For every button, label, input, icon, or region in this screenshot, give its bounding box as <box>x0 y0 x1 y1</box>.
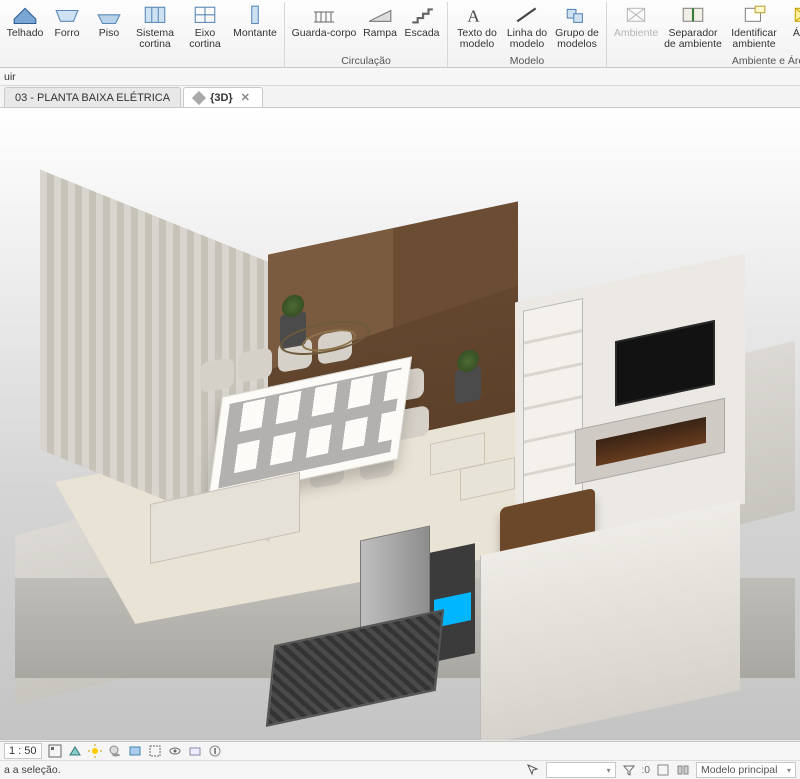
separador-ambiente-button[interactable]: Separador de ambiente <box>661 2 725 54</box>
ribbon-label: Separador de ambiente <box>664 28 722 50</box>
linha-modelo-button[interactable]: Linha do modelo <box>502 2 552 54</box>
chevron-down-icon: ▾ <box>607 766 611 775</box>
sun-path-icon[interactable] <box>88 744 102 758</box>
model-line-icon <box>514 4 540 26</box>
ribbon-label: Área <box>793 28 800 39</box>
ceiling-icon <box>54 4 80 26</box>
filter-icon[interactable] <box>622 763 636 777</box>
cube-icon <box>192 90 206 104</box>
curtain-system-icon <box>142 4 168 26</box>
ambiente-button[interactable]: Ambiente <box>611 2 661 54</box>
workset-combo[interactable]: ▾ <box>546 762 616 778</box>
guarda-corpo-button[interactable]: Guarda-corpo <box>289 2 359 54</box>
close-icon[interactable]: ✕ <box>239 91 252 104</box>
scale-value: 1 : 50 <box>9 744 37 758</box>
ribbon-label: Telhado <box>7 28 44 39</box>
group-title <box>4 54 280 68</box>
shadows-icon[interactable] <box>108 744 122 758</box>
ribbon-group-modelo: A Texto do modelo Linha do modelo Grupo … <box>448 2 607 67</box>
ribbon-label: Identificar ambiente <box>731 28 777 50</box>
status-bar: 1 : 50 a a seleção. ▾ :0 Modelo principa… <box>0 741 800 779</box>
viewport-3d[interactable] <box>0 108 800 740</box>
rampa-button[interactable]: Rampa <box>359 2 401 54</box>
texto-modelo-button[interactable]: A Texto do modelo <box>452 2 502 54</box>
area-button[interactable]: Área <box>783 2 800 54</box>
mullion-icon <box>242 4 268 26</box>
model-combo[interactable]: Modelo principal ▾ <box>696 762 796 778</box>
svg-text:A: A <box>467 6 480 25</box>
ribbon-label: Linha do modelo <box>507 28 547 50</box>
room-separator-icon <box>680 4 706 26</box>
room-icon <box>623 4 649 26</box>
reveal-icon[interactable] <box>188 744 202 758</box>
ribbon-label: Forro <box>54 28 79 39</box>
identificar-ambiente-button[interactable]: Identificar ambiente <box>725 2 783 54</box>
ribbon-label: Escada <box>404 28 439 39</box>
ribbon: Telhado Forro Piso Sistema cortina <box>0 0 800 68</box>
sub-ribbon: uir <box>0 68 800 86</box>
eixo-cortina-button[interactable]: Eixo cortina <box>180 2 230 54</box>
piso-button[interactable]: Piso <box>88 2 130 54</box>
group-title: Circulação <box>289 54 443 68</box>
ribbon-group-ambiente: Ambiente Separador de ambiente Identific… <box>607 2 800 67</box>
ramp-icon <box>367 4 393 26</box>
combo-value: Modelo principal <box>701 764 777 776</box>
crop-icon[interactable] <box>148 744 162 758</box>
ribbon-label: Piso <box>99 28 119 39</box>
status-help-text: a a seleção. <box>4 764 61 776</box>
model-text-icon: A <box>464 4 490 26</box>
forro-button[interactable]: Forro <box>46 2 88 54</box>
group-title: Modelo <box>452 54 602 68</box>
area-icon <box>791 4 800 26</box>
ribbon-label: Grupo de modelos <box>555 28 599 50</box>
design-options-icon[interactable] <box>676 763 690 777</box>
ribbon-label: Montante <box>233 28 277 39</box>
sistema-cortina-button[interactable]: Sistema cortina <box>130 2 180 54</box>
montante-button[interactable]: Montante <box>230 2 280 54</box>
view-properties-icon[interactable] <box>208 744 222 758</box>
tab-3d[interactable]: {3D} ✕ <box>183 87 263 107</box>
tab-label: {3D} <box>210 92 233 104</box>
view-tab-strip: 03 - PLANTA BAIXA ELÉTRICA {3D} ✕ <box>0 86 800 108</box>
ribbon-label: Ambiente <box>614 28 658 39</box>
ribbon-label: Sistema cortina <box>136 28 174 50</box>
tab-planta-baixa[interactable]: 03 - PLANTA BAIXA ELÉTRICA <box>4 87 181 107</box>
railing-icon <box>311 4 337 26</box>
zero-label: :0 <box>642 765 650 776</box>
telhado-button[interactable]: Telhado <box>4 2 46 54</box>
model-3d <box>0 108 800 740</box>
ribbon-label: Texto do modelo <box>457 28 497 50</box>
hide-icon[interactable] <box>168 744 182 758</box>
escada-button[interactable]: Escada <box>401 2 443 54</box>
tab-label: 03 - PLANTA BAIXA ELÉTRICA <box>15 92 170 104</box>
render-icon[interactable] <box>128 744 142 758</box>
group-title: Ambiente e Área <box>611 54 800 68</box>
ribbon-label: Eixo cortina <box>189 28 221 50</box>
select-icon[interactable] <box>526 763 540 777</box>
scale-selector[interactable]: 1 : 50 <box>4 743 42 759</box>
grupo-modelos-button[interactable]: Grupo de modelos <box>552 2 602 54</box>
stair-icon <box>409 4 435 26</box>
ribbon-label: Rampa <box>363 28 397 39</box>
ribbon-group-circulacao: Guarda-corpo Rampa Escada Circulação <box>285 2 448 67</box>
detail-level-icon[interactable] <box>48 744 62 758</box>
ribbon-label: Guarda-corpo <box>292 28 357 39</box>
roof-icon <box>12 4 38 26</box>
floor-icon <box>96 4 122 26</box>
visual-style-icon[interactable] <box>68 744 82 758</box>
ribbon-group-build: Telhado Forro Piso Sistema cortina <box>0 2 285 67</box>
chevron-down-icon: ▾ <box>787 766 791 775</box>
editable-only-icon[interactable] <box>656 763 670 777</box>
sub-ribbon-label: uir <box>4 71 16 83</box>
tag-room-icon <box>741 4 767 26</box>
model-group-icon <box>564 4 590 26</box>
curtain-grid-icon <box>192 4 218 26</box>
